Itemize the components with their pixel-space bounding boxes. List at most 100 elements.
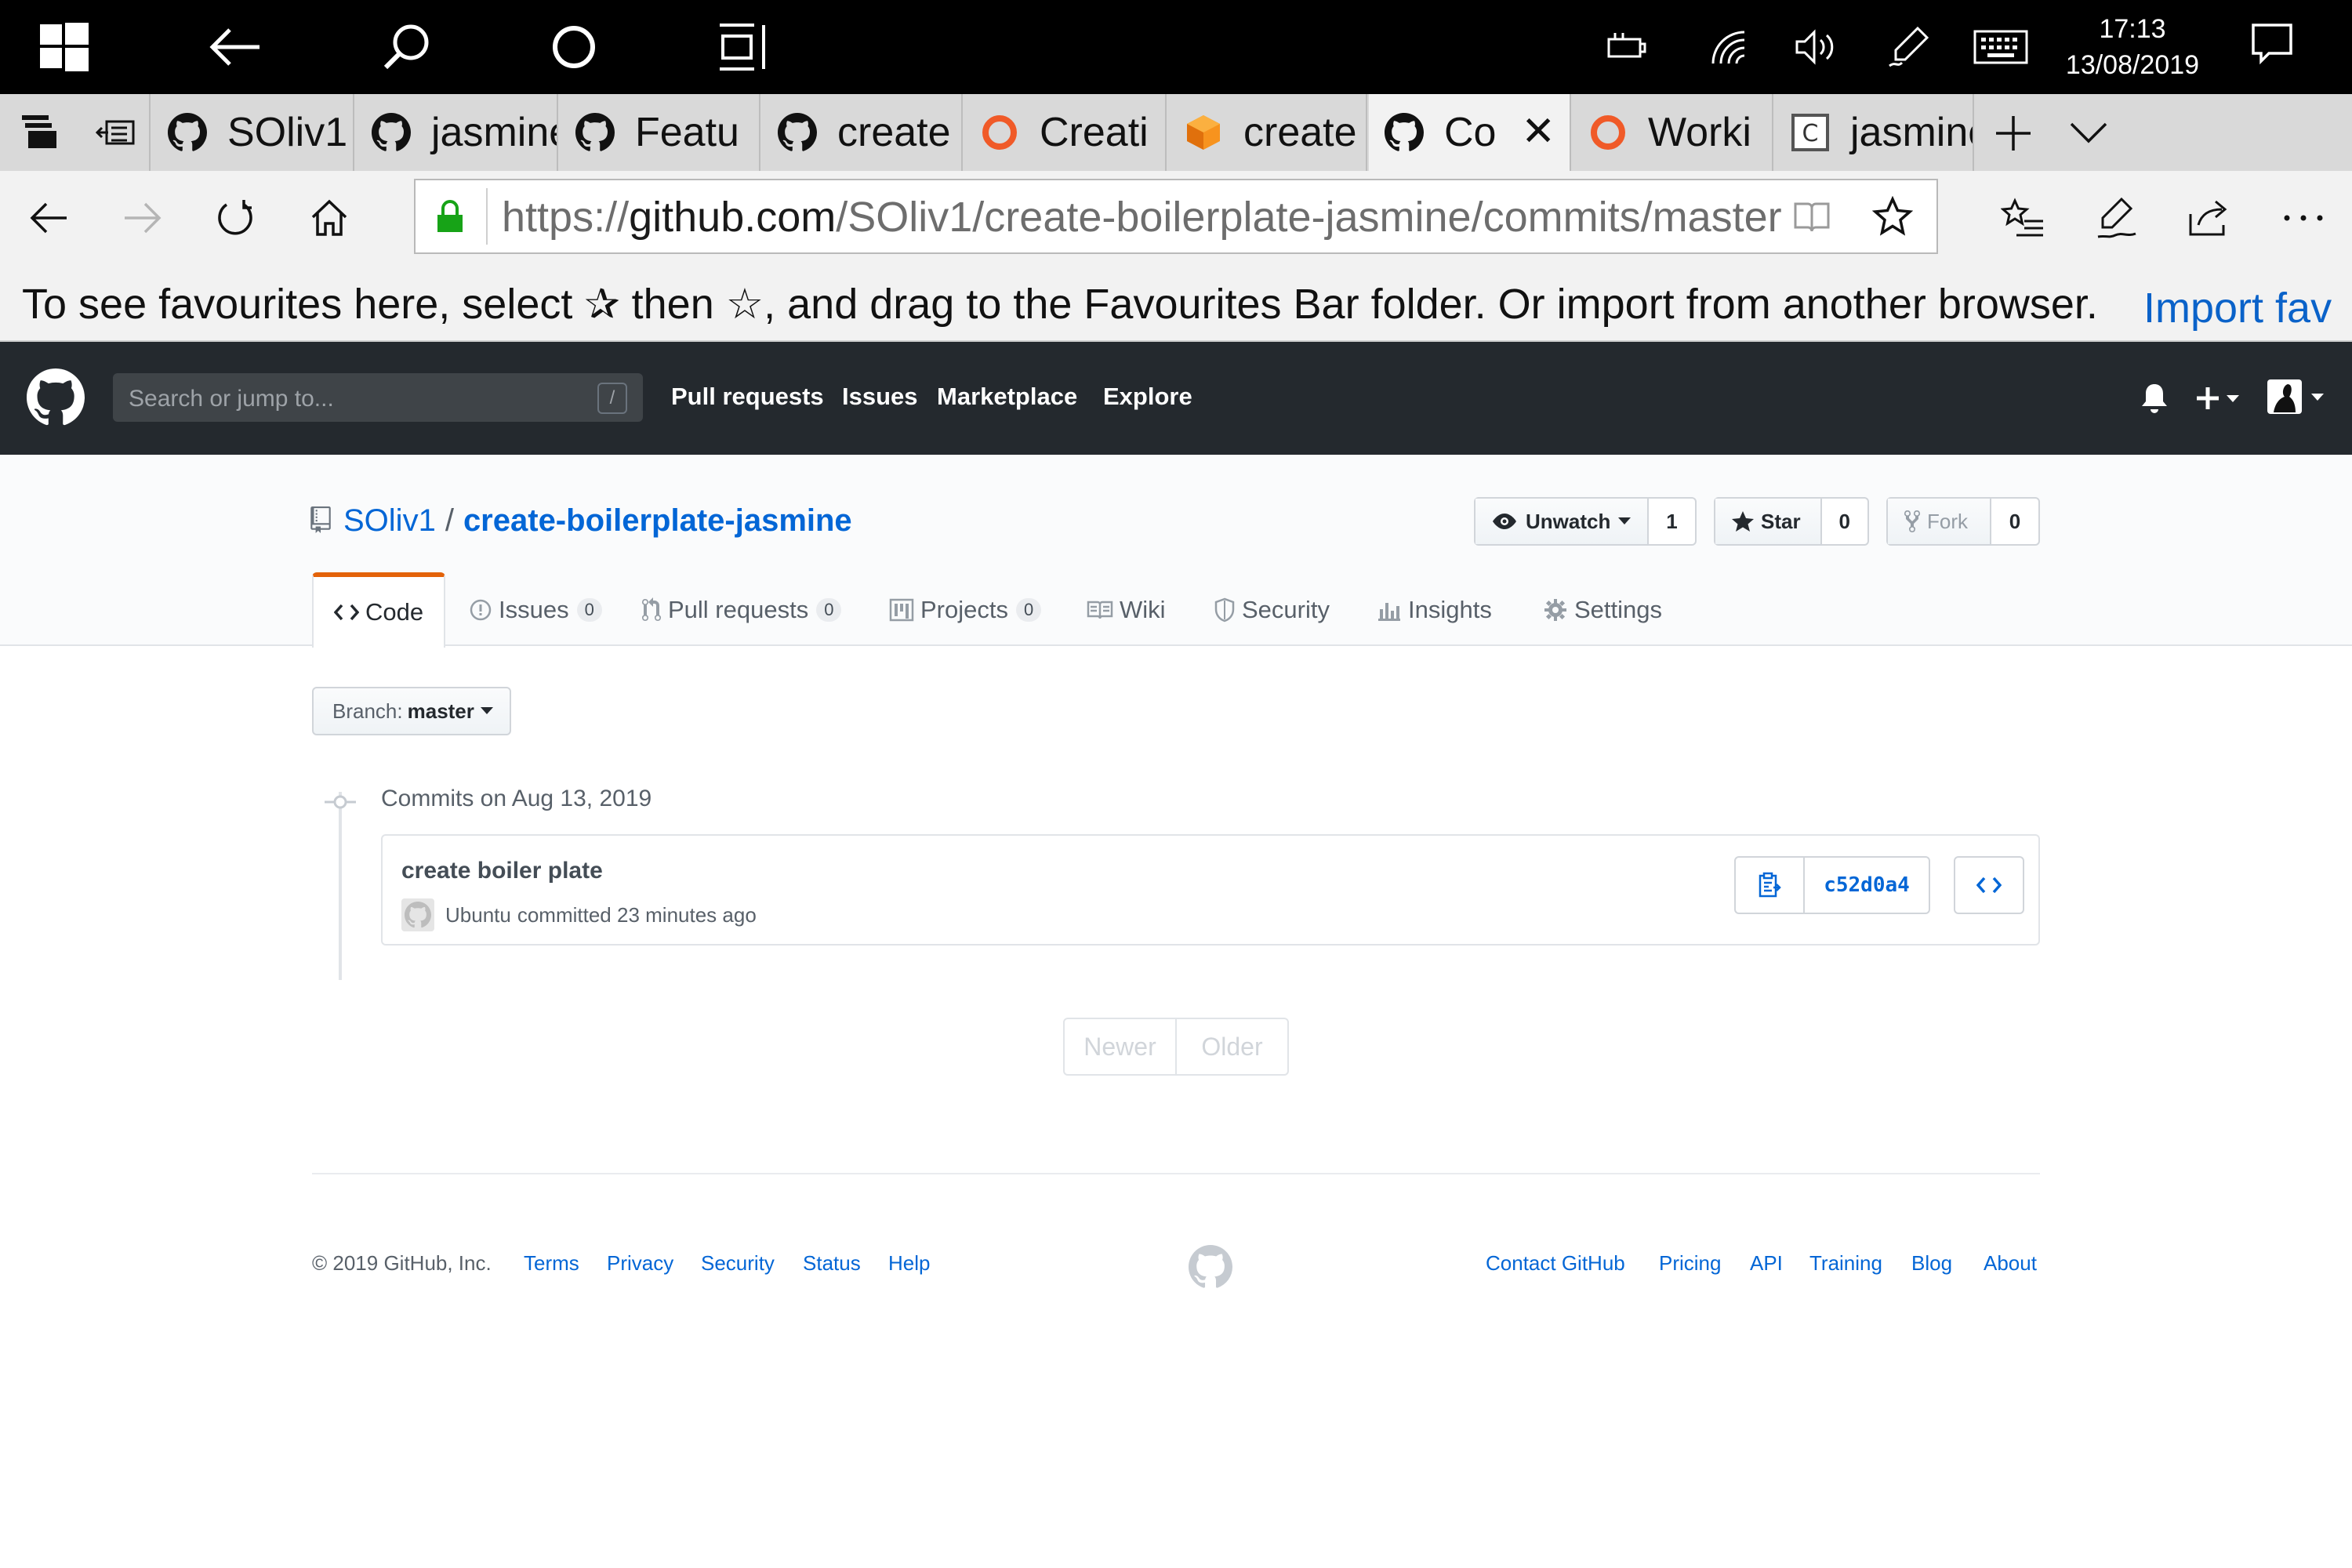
tab-wiki[interactable]: Wiki bbox=[1087, 574, 1166, 646]
tab-commits-active[interactable]: Co ✕ bbox=[1369, 94, 1571, 171]
footer-link-privacy[interactable]: Privacy bbox=[607, 1251, 673, 1276]
notifications-bell-icon[interactable] bbox=[2140, 383, 2169, 414]
copy-sha-button[interactable] bbox=[1736, 858, 1805, 913]
forks-count[interactable]: 0 bbox=[1991, 499, 2038, 544]
import-favourites-link[interactable]: Import fav bbox=[2143, 284, 2332, 332]
clock-date: 13/08/2019 bbox=[2065, 50, 2200, 80]
tab-code[interactable]: Code bbox=[312, 572, 446, 648]
tab-jasmine-codepen[interactable]: C jasmine bbox=[1775, 94, 1974, 171]
user-avatar-menu[interactable] bbox=[2266, 378, 2328, 417]
footer-link-contact[interactable]: Contact GitHub bbox=[1486, 1251, 1625, 1276]
tab-working[interactable]: Worki bbox=[1573, 94, 1773, 171]
new-tab-icon[interactable] bbox=[1991, 111, 2035, 155]
tab-label: Worki bbox=[1648, 110, 1751, 155]
nav-explore[interactable]: Explore bbox=[1103, 383, 1192, 411]
nav-issues[interactable]: Issues bbox=[842, 383, 918, 411]
create-new-plus-icon[interactable] bbox=[2195, 384, 2242, 412]
search-placeholder: Search or jump to... bbox=[129, 386, 334, 412]
footer-link-status[interactable]: Status bbox=[803, 1251, 861, 1276]
task-view-icon[interactable] bbox=[713, 17, 773, 77]
action-center-icon[interactable] bbox=[2250, 22, 2294, 66]
tab-actions bbox=[0, 94, 151, 171]
system-clock[interactable]: 17:13 13/08/2019 bbox=[2054, 11, 2211, 83]
tab-jasmine[interactable]: jasmine bbox=[356, 94, 558, 171]
caret-down-icon bbox=[480, 707, 493, 714]
address-bar[interactable]: https://github.com/SOliv1/create-boilerp… bbox=[414, 179, 1938, 254]
newer-button[interactable]: Newer bbox=[1065, 1019, 1177, 1074]
shield-icon bbox=[1214, 597, 1235, 622]
favourite-star-icon[interactable] bbox=[1872, 196, 1913, 237]
github-search-input[interactable]: Search or jump to... / bbox=[113, 373, 643, 422]
browse-repo-at-commit-button[interactable] bbox=[1954, 856, 2024, 914]
search-icon[interactable] bbox=[376, 17, 436, 77]
footer-link-pricing[interactable]: Pricing bbox=[1659, 1251, 1721, 1276]
stargazers-count[interactable]: 0 bbox=[1822, 499, 1867, 544]
refresh-icon[interactable] bbox=[210, 193, 260, 243]
tab-insights[interactable]: Insights bbox=[1377, 574, 1492, 646]
tab-pull-requests[interactable]: Pull requests 0 bbox=[641, 574, 842, 646]
eye-icon bbox=[1493, 514, 1516, 529]
nav-marketplace[interactable]: Marketplace bbox=[937, 383, 1077, 411]
reading-view-icon[interactable] bbox=[1792, 199, 1831, 234]
tab-label: create bbox=[1243, 110, 1357, 155]
volume-icon[interactable] bbox=[1786, 17, 1846, 77]
tab-settings[interactable]: Settings bbox=[1543, 574, 1662, 646]
tab-create-2[interactable]: create bbox=[1168, 94, 1367, 171]
github-logo-icon[interactable] bbox=[27, 368, 85, 426]
pen-notes-icon[interactable] bbox=[2092, 193, 2142, 243]
slash-shortcut-badge: / bbox=[597, 383, 627, 414]
older-button[interactable]: Older bbox=[1177, 1019, 1287, 1074]
footer-link-security[interactable]: Security bbox=[701, 1251, 775, 1276]
wifi-icon[interactable] bbox=[1698, 17, 1758, 77]
tab-security-label: Security bbox=[1242, 596, 1330, 623]
tab-create-1[interactable]: create bbox=[762, 94, 963, 171]
browser-forward-icon[interactable] bbox=[118, 193, 168, 243]
pen-icon[interactable] bbox=[1878, 17, 1938, 77]
footer-link-training[interactable]: Training bbox=[1809, 1251, 1882, 1276]
cortana-icon[interactable] bbox=[544, 17, 604, 77]
fork-button[interactable]: Fork bbox=[1888, 499, 1991, 544]
tab-soliv1[interactable]: SOliv1 bbox=[152, 94, 354, 171]
footer-link-api[interactable]: API bbox=[1750, 1251, 1783, 1276]
commit-author[interactable]: Ubuntu bbox=[445, 903, 511, 927]
keyboard-icon[interactable] bbox=[1971, 17, 2031, 77]
back-arrow-icon[interactable] bbox=[205, 17, 265, 77]
footer-github-logo-icon[interactable] bbox=[1189, 1245, 1232, 1289]
tab-insights-label: Insights bbox=[1408, 596, 1492, 623]
commit-time-text: committed 23 minutes ago bbox=[517, 902, 757, 927]
tab-preview-chevron-icon[interactable] bbox=[2067, 118, 2111, 146]
footer-link-about[interactable]: About bbox=[1984, 1251, 2037, 1276]
footer-link-blog[interactable]: Blog bbox=[1911, 1251, 1952, 1276]
windows-logo-icon[interactable] bbox=[34, 17, 94, 77]
browser-back-icon[interactable] bbox=[24, 193, 74, 243]
footer-link-terms[interactable]: Terms bbox=[524, 1251, 579, 1276]
branch-select-button[interactable]: Branch: master bbox=[312, 687, 511, 735]
tabs-aside-icon[interactable] bbox=[96, 117, 135, 148]
repo-owner-link[interactable]: SOliv1 bbox=[343, 503, 436, 538]
set-aside-tabs-icon[interactable] bbox=[22, 115, 58, 150]
tab-security[interactable]: Security bbox=[1214, 574, 1330, 646]
battery-icon[interactable] bbox=[1596, 17, 1656, 77]
footer-link-help[interactable]: Help bbox=[888, 1251, 930, 1276]
commit-meta: Ubuntu committed 23 minutes ago bbox=[401, 898, 757, 931]
star-button[interactable]: Star bbox=[1715, 499, 1822, 544]
tab-creating[interactable]: Creati bbox=[964, 94, 1167, 171]
more-options-icon[interactable] bbox=[2278, 193, 2328, 243]
watchers-count[interactable]: 1 bbox=[1649, 499, 1695, 544]
repo-name-link[interactable]: create-boilerplate-jasmine bbox=[463, 503, 852, 538]
repo-title: SOliv1 / create-boilerplate-jasmine bbox=[343, 503, 852, 539]
unwatch-button[interactable]: Unwatch bbox=[1475, 499, 1649, 544]
author-avatar[interactable] bbox=[401, 898, 434, 931]
home-icon[interactable] bbox=[304, 193, 354, 243]
nav-pull-requests[interactable]: Pull requests bbox=[671, 383, 824, 411]
url-text: https://github.com/SOliv1/create-boilerp… bbox=[502, 193, 1782, 241]
tab-issues[interactable]: Issues 0 bbox=[469, 574, 602, 646]
tab-features[interactable]: Featu bbox=[560, 94, 760, 171]
tab-projects[interactable]: Projects 0 bbox=[889, 574, 1042, 646]
commit-message-link[interactable]: create boiler plate bbox=[401, 858, 603, 884]
favourites-hub-icon[interactable] bbox=[1998, 193, 2048, 243]
commit-sha-link[interactable]: c52d0a4 bbox=[1805, 858, 1929, 913]
share-icon[interactable] bbox=[2184, 193, 2234, 243]
close-tab-icon[interactable]: ✕ bbox=[1521, 110, 1555, 154]
issues-count: 0 bbox=[576, 598, 602, 622]
